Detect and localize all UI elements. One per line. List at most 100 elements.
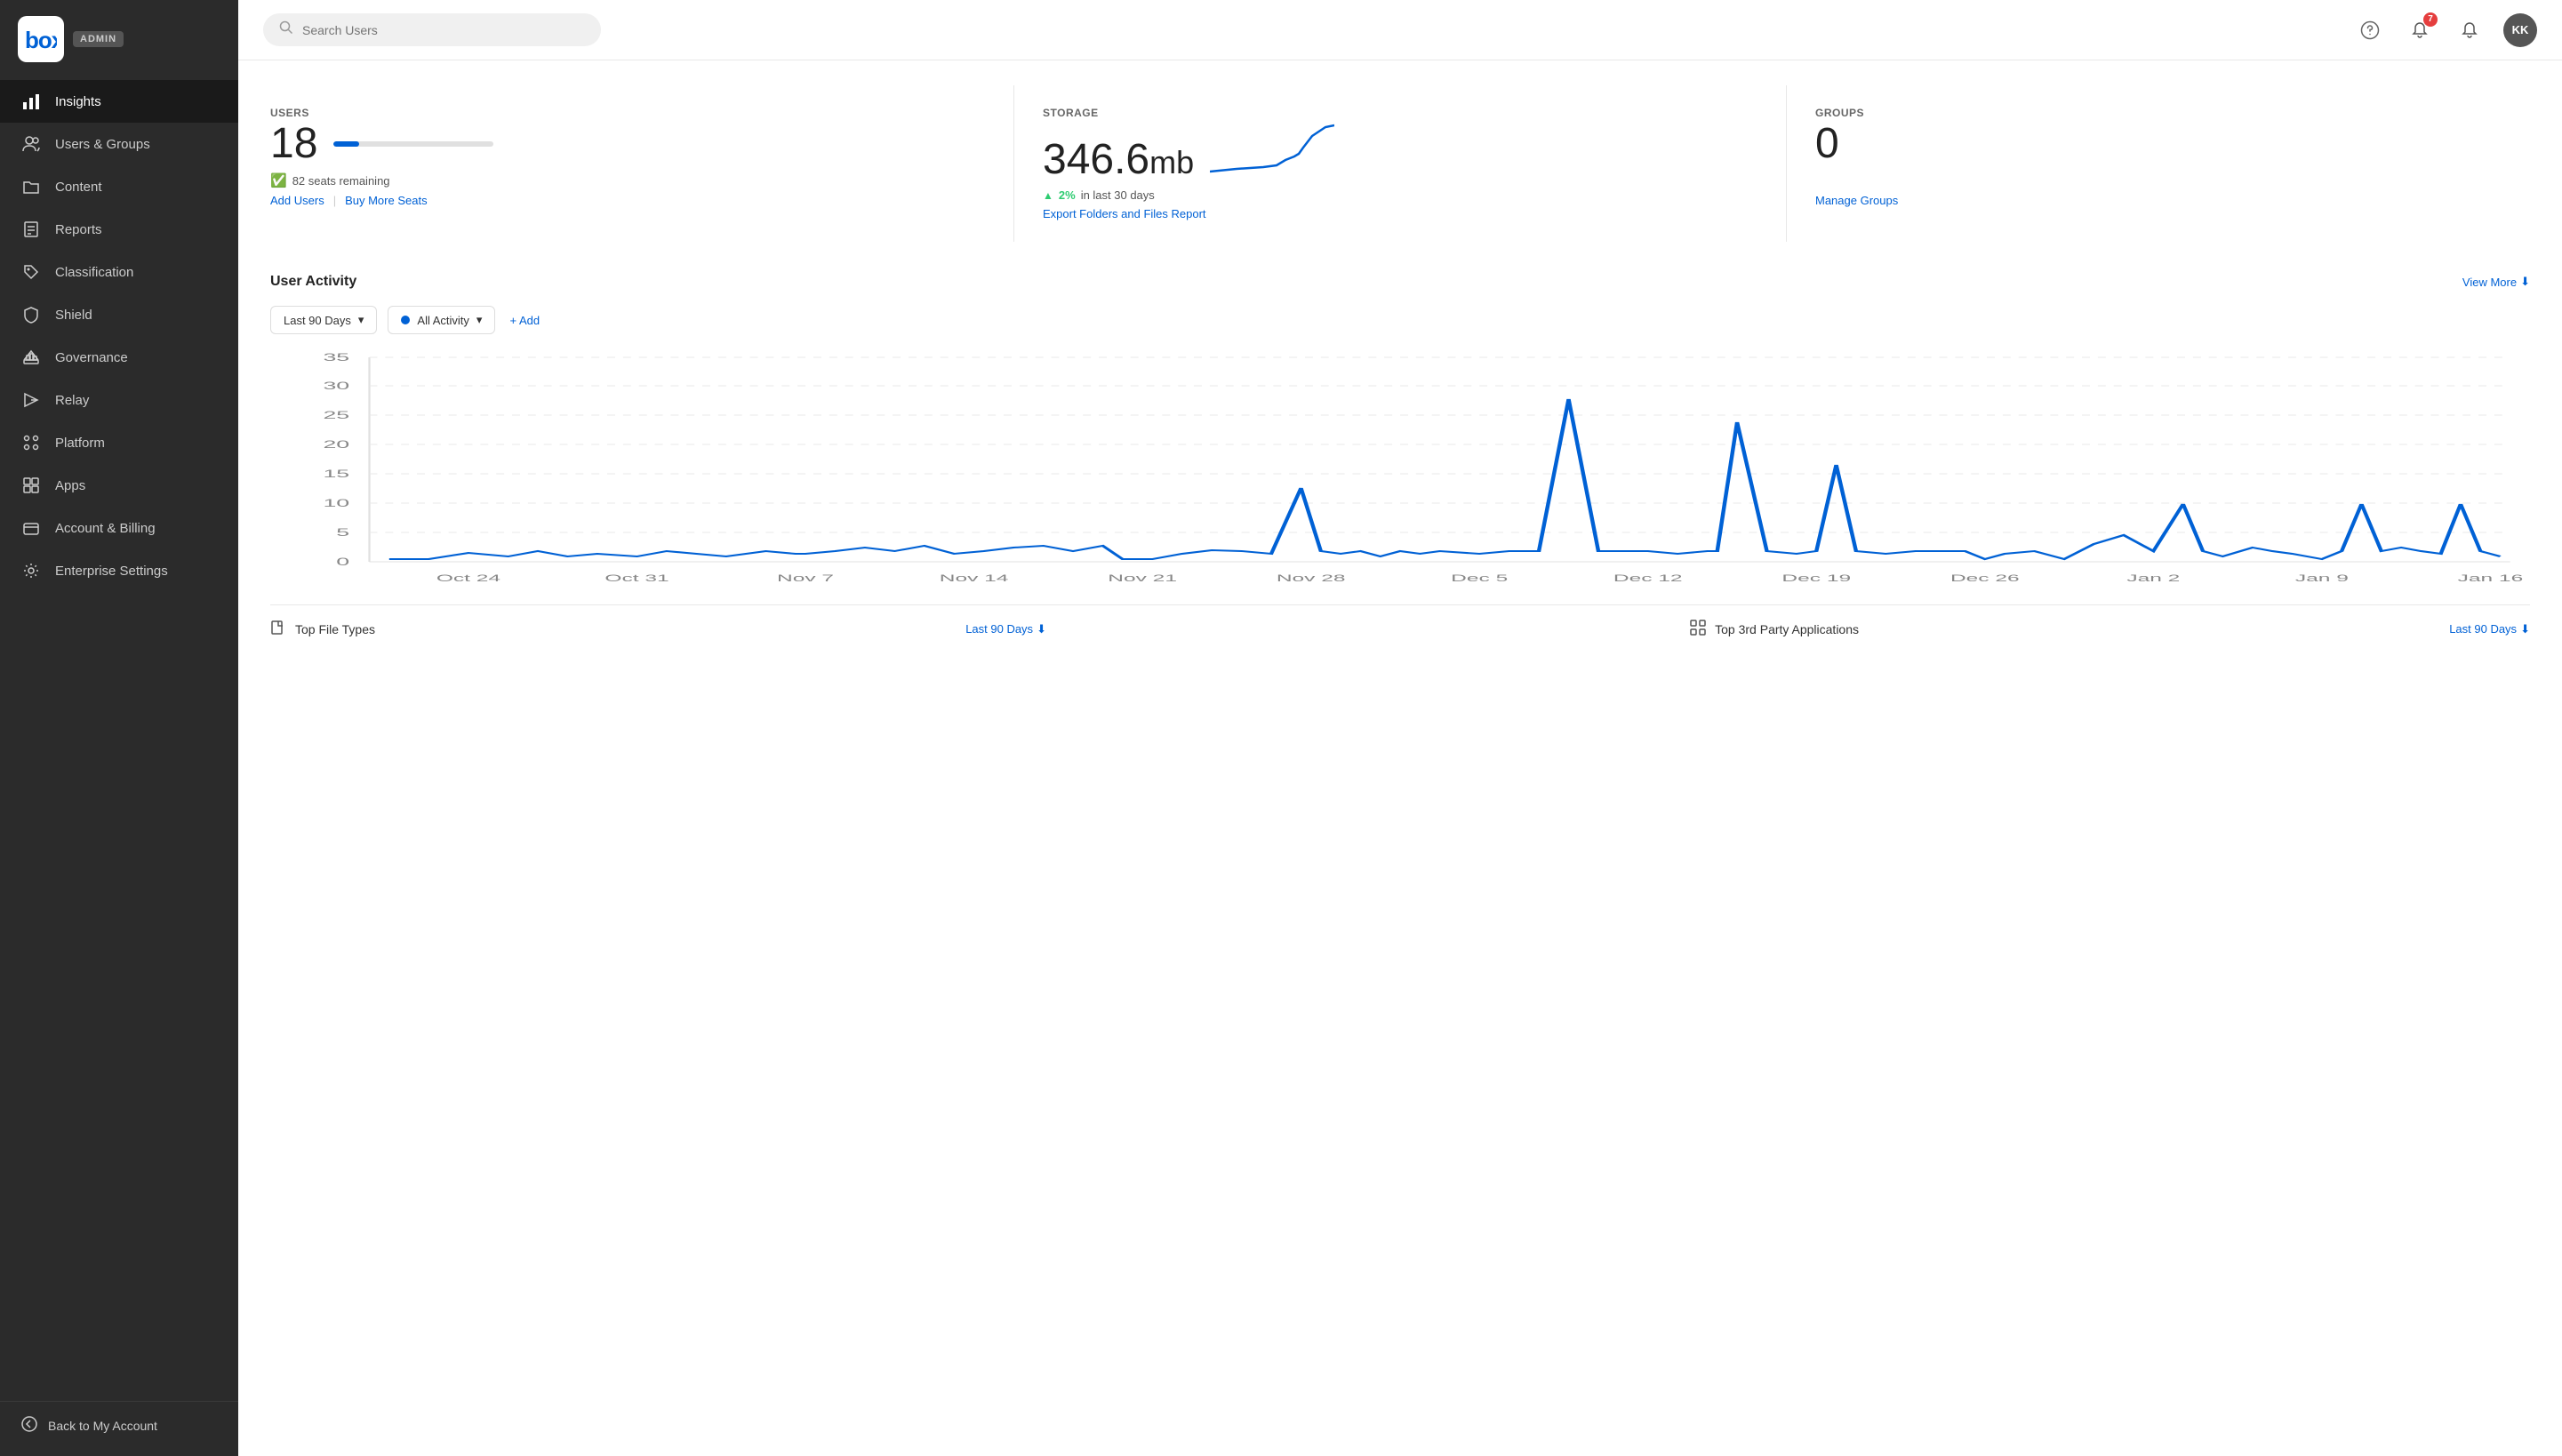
download-icon: ⬇ bbox=[2520, 275, 2530, 289]
sidebar-label-relay: Relay bbox=[55, 393, 89, 408]
search-icon bbox=[279, 20, 293, 39]
sidebar-label-reports: Reports bbox=[55, 222, 102, 237]
apps-label: Top 3rd Party Applications bbox=[1715, 622, 1859, 636]
nav-items: Insights Users & Groups Content Reports bbox=[0, 75, 238, 1401]
users-progress-bar-container bbox=[333, 141, 493, 147]
manage-groups-link[interactable]: Manage Groups bbox=[1815, 194, 1898, 207]
users-seats-remaining: ✅ 82 seats remaining bbox=[270, 172, 985, 188]
main-content: 7 KK USERS 18 bbox=[238, 0, 2562, 1456]
svg-text:Dec 5: Dec 5 bbox=[1451, 573, 1508, 584]
view-more-button[interactable]: View More ⬇ bbox=[2462, 275, 2530, 289]
billing-icon bbox=[21, 518, 41, 538]
sidebar-item-content[interactable]: Content bbox=[0, 165, 238, 208]
sidebar-label-users-groups: Users & Groups bbox=[55, 137, 150, 152]
storage-mini-chart bbox=[1210, 123, 1334, 176]
svg-text:35: 35 bbox=[323, 352, 349, 364]
header-icons: 7 KK bbox=[2354, 13, 2537, 47]
sidebar-item-users-groups[interactable]: Users & Groups bbox=[0, 123, 238, 165]
sidebar-label-insights: Insights bbox=[55, 94, 101, 109]
add-filter-button[interactable]: + Add bbox=[506, 308, 543, 333]
download-icon2: ⬇ bbox=[1037, 622, 1046, 636]
sidebar-item-platform[interactable]: Platform bbox=[0, 421, 238, 464]
activity-dot bbox=[401, 316, 410, 324]
sidebar-label-enterprise-settings: Enterprise Settings bbox=[55, 564, 168, 579]
groups-links: Manage Groups bbox=[1815, 194, 2530, 207]
filters-row: Last 90 Days ▾ All Activity ▾ + Add bbox=[270, 306, 2530, 334]
apps-period[interactable]: Last 90 Days ⬇ bbox=[2449, 622, 2530, 636]
sidebar-label-apps: Apps bbox=[55, 478, 85, 493]
svg-text:0: 0 bbox=[336, 556, 349, 568]
sidebar-item-account-billing[interactable]: Account & Billing bbox=[0, 507, 238, 549]
folder-icon bbox=[21, 177, 41, 196]
governance-icon bbox=[21, 348, 41, 367]
period-filter-label: Last 90 Days bbox=[284, 314, 351, 327]
activity-chart-svg: 0 5 10 15 20 25 30 35 Oct 24 Oct 31 Nov … bbox=[270, 348, 2530, 597]
file-types-label: Top File Types bbox=[295, 622, 375, 636]
export-folders-link[interactable]: Export Folders and Files Report bbox=[1043, 207, 1206, 220]
sidebar-item-enterprise-settings[interactable]: Enterprise Settings bbox=[0, 549, 238, 592]
groups-label: GROUPS bbox=[1815, 107, 2530, 119]
sidebar-label-content: Content bbox=[55, 180, 102, 195]
sidebar-label-shield: Shield bbox=[55, 308, 92, 323]
svg-text:10: 10 bbox=[323, 498, 349, 509]
help-button[interactable] bbox=[2354, 14, 2386, 46]
svg-text:Oct 24: Oct 24 bbox=[436, 573, 501, 584]
groups-value: 0 bbox=[1815, 123, 1839, 165]
back-to-account[interactable]: Back to My Account bbox=[21, 1416, 217, 1435]
sidebar-item-governance[interactable]: Governance bbox=[0, 336, 238, 379]
activity-filter-dropdown[interactable]: All Activity ▾ bbox=[388, 306, 495, 334]
file-types-icon bbox=[270, 620, 286, 638]
add-users-link[interactable]: Add Users bbox=[270, 194, 324, 207]
svg-text:5: 5 bbox=[336, 527, 349, 539]
apps-section: Top 3rd Party Applications bbox=[1690, 620, 1859, 638]
sidebar-item-classification[interactable]: Classification bbox=[0, 251, 238, 293]
notifications-button[interactable]: 7 bbox=[2404, 14, 2436, 46]
sidebar-label-classification: Classification bbox=[55, 265, 133, 280]
tag-icon bbox=[21, 262, 41, 282]
check-icon: ✅ bbox=[270, 172, 287, 188]
sidebar-label-account-billing: Account & Billing bbox=[55, 521, 156, 536]
buy-more-seats-link[interactable]: Buy More Seats bbox=[345, 194, 428, 207]
download-icon3: ⬇ bbox=[2520, 622, 2530, 636]
svg-text:Jan 9: Jan 9 bbox=[2295, 573, 2349, 584]
svg-text:Nov 21: Nov 21 bbox=[1108, 573, 1177, 584]
svg-text:Nov 7: Nov 7 bbox=[777, 573, 834, 584]
period-filter-dropdown[interactable]: Last 90 Days ▾ bbox=[270, 306, 377, 334]
users-stat-card: USERS 18 ✅ 82 seats remaining Add Users … bbox=[270, 85, 1014, 242]
svg-text:Dec 26: Dec 26 bbox=[1950, 573, 2020, 584]
sidebar-item-reports[interactable]: Reports bbox=[0, 208, 238, 251]
svg-text:Dec 12: Dec 12 bbox=[1613, 573, 1683, 584]
svg-text:Oct 31: Oct 31 bbox=[604, 573, 669, 584]
apps-icon bbox=[21, 476, 41, 495]
sidebar-item-relay[interactable]: Relay bbox=[0, 379, 238, 421]
bell-button[interactable] bbox=[2454, 14, 2486, 46]
activity-filter-label: All Activity bbox=[417, 314, 469, 327]
sidebar-item-insights[interactable]: Insights bbox=[0, 80, 238, 123]
storage-links: Export Folders and Files Report bbox=[1043, 207, 1757, 220]
report-icon bbox=[21, 220, 41, 239]
shield-icon bbox=[21, 305, 41, 324]
sidebar-item-shield[interactable]: Shield bbox=[0, 293, 238, 336]
users-icon bbox=[21, 134, 41, 154]
header: 7 KK bbox=[238, 0, 2562, 60]
users-progress-fill bbox=[333, 141, 359, 147]
back-to-account-label: Back to My Account bbox=[48, 1419, 157, 1433]
bar-chart-icon bbox=[21, 92, 41, 111]
relay-icon bbox=[21, 390, 41, 410]
activity-line bbox=[389, 399, 2501, 559]
svg-text:box: box bbox=[25, 27, 57, 52]
storage-trend: ▲ 2% in last 30 days bbox=[1043, 188, 1757, 202]
sidebar-bottom: Back to My Account bbox=[0, 1401, 238, 1456]
admin-badge: ADMIN bbox=[73, 31, 124, 47]
sidebar-label-governance: Governance bbox=[55, 350, 128, 365]
sidebar-item-apps[interactable]: Apps bbox=[0, 464, 238, 507]
search-bar[interactable] bbox=[263, 13, 601, 46]
svg-text:Jan 2: Jan 2 bbox=[2126, 573, 2180, 584]
chevron-down-icon: ▾ bbox=[358, 313, 364, 327]
content-area: USERS 18 ✅ 82 seats remaining Add Users … bbox=[238, 60, 2562, 1456]
search-input[interactable] bbox=[302, 23, 585, 37]
sidebar-logo: box ADMIN bbox=[0, 0, 238, 75]
user-avatar[interactable]: KK bbox=[2503, 13, 2537, 47]
section-header: User Activity View More ⬇ bbox=[270, 274, 2530, 290]
file-types-period[interactable]: Last 90 Days ⬇ bbox=[965, 622, 1046, 636]
